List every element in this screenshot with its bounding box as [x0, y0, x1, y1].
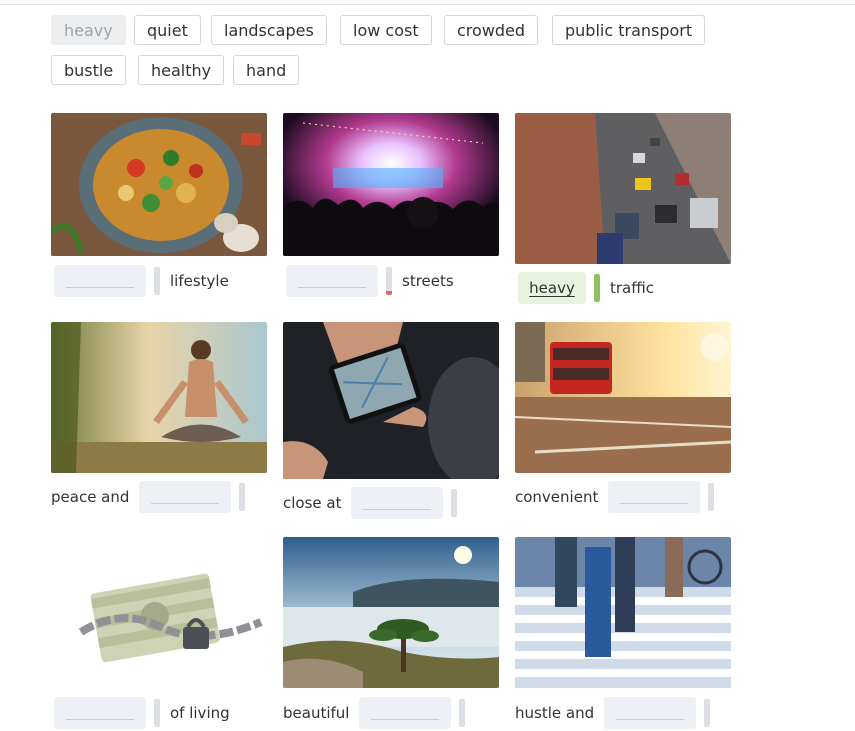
answer-status-bar-9 — [704, 699, 711, 727]
answer-blank-1[interactable] — [54, 265, 146, 297]
answer-status-bar-2 — [386, 267, 392, 295]
answer-blank-5[interactable] — [351, 487, 444, 519]
traffic-image — [515, 113, 731, 264]
red-bus-image — [515, 322, 731, 473]
word-chip-hand[interactable]: hand — [233, 55, 300, 85]
word-chip-low-cost[interactable]: low cost — [340, 15, 432, 45]
answer-blank-9[interactable] — [604, 697, 697, 729]
sentence-6-before: convenient — [515, 488, 599, 506]
phone-in-hand-image — [283, 322, 499, 479]
sentence-8: beautiful — [283, 697, 466, 729]
sentence-9-before: hustle and — [515, 704, 595, 722]
answer-blank-2[interactable] — [286, 265, 378, 297]
answer-status-bar-4 — [239, 483, 246, 511]
answer-blank-3[interactable]: heavy — [518, 272, 586, 304]
sentence-6: convenient — [515, 481, 715, 513]
answer-blank-4[interactable] — [139, 481, 232, 513]
sentence-5: close at — [283, 487, 458, 519]
concert-image — [283, 113, 499, 256]
sentence-3: heavy traffic — [518, 272, 654, 304]
yoga-image — [51, 322, 267, 473]
answer-status-bar-6 — [708, 483, 715, 511]
word-chip-heavy[interactable]: heavy — [51, 15, 126, 45]
sentence-1: lifestyle — [54, 265, 229, 297]
answer-blank-7[interactable] — [54, 697, 146, 729]
word-chip-healthy[interactable]: healthy — [138, 55, 225, 85]
landscape-image — [283, 537, 499, 688]
sentence-7: of living — [54, 697, 230, 729]
sentence-2: streets — [286, 265, 454, 297]
healthy-food-image — [51, 113, 267, 256]
answer-status-bar-1 — [154, 267, 160, 295]
top-divider — [0, 4, 855, 5]
sentence-1-after: lifestyle — [170, 272, 229, 290]
sentence-7-after: of living — [170, 704, 230, 722]
sentence-4: peace and — [51, 481, 246, 513]
word-chip-crowded[interactable]: crowded — [444, 15, 539, 45]
sentence-5-before: close at — [283, 494, 342, 512]
answer-status-bar-7 — [154, 699, 160, 727]
crosswalk-image — [515, 537, 731, 688]
sentence-4-before: peace and — [51, 488, 130, 506]
sentence-9: hustle and — [515, 697, 711, 729]
answer-blank-8[interactable] — [359, 697, 452, 729]
sentence-8-before: beautiful — [283, 704, 350, 722]
money-chained-image — [51, 537, 267, 688]
word-chip-bustle[interactable]: bustle — [51, 55, 127, 85]
answer-status-bar-5 — [451, 489, 458, 517]
answer-status-bar-8 — [459, 699, 466, 727]
sentence-2-after: streets — [402, 272, 454, 290]
answer-status-bar-3 — [594, 274, 600, 302]
word-chip-public-transport[interactable]: public transport — [552, 15, 706, 45]
word-chip-landscapes[interactable]: landscapes — [211, 15, 327, 45]
word-chip-quiet[interactable]: quiet — [134, 15, 201, 45]
answer-blank-6[interactable] — [608, 481, 701, 513]
sentence-3-after: traffic — [610, 279, 654, 297]
